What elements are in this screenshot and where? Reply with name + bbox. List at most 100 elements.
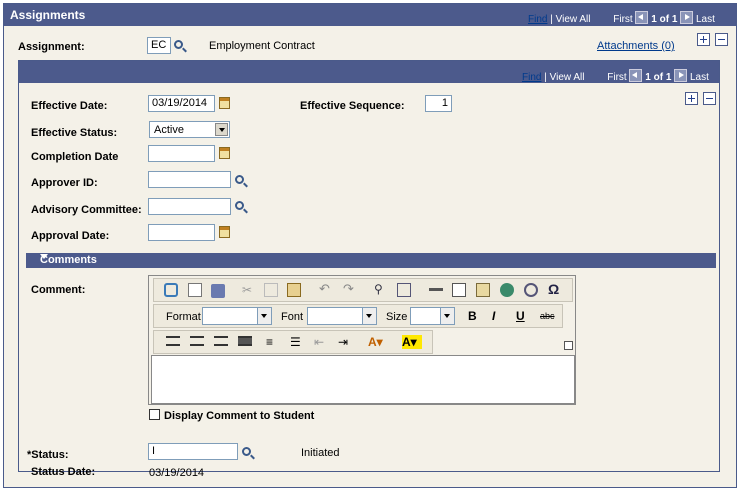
- bulleted-list-icon[interactable]: ☰: [290, 335, 304, 349]
- effective-status-label: Effective Status:: [31, 127, 118, 139]
- background-color-icon[interactable]: A▾: [402, 335, 422, 349]
- assignment-lookup-icon[interactable]: [174, 40, 183, 49]
- status-description: Initiated: [301, 447, 340, 459]
- text-color-icon[interactable]: A▾: [368, 335, 388, 349]
- underline-icon[interactable]: U: [516, 309, 530, 323]
- effective-status-dropdown[interactable]: Active: [149, 121, 230, 138]
- advisory-committee-input[interactable]: [148, 198, 231, 215]
- chevron-down-icon[interactable]: [362, 308, 376, 324]
- inner-prev-icon[interactable]: [629, 69, 643, 82]
- comments-section-header[interactable]: Comments: [26, 253, 716, 268]
- paste-icon[interactable]: [287, 283, 301, 297]
- outer-last-label: Last: [695, 14, 715, 25]
- assignments-title-bar: Assignments Find | View All First 1 of 1…: [4, 4, 736, 26]
- completion-date-calendar-icon[interactable]: [219, 147, 230, 159]
- inner-last-label: Last: [689, 72, 709, 83]
- undo-icon[interactable]: ↶: [319, 282, 333, 296]
- attachments-link[interactable]: Attachments (0): [597, 40, 675, 52]
- outer-first-label: First: [613, 14, 633, 25]
- outer-find-link[interactable]: Find: [528, 14, 547, 25]
- indent-icon[interactable]: ⇥: [338, 335, 352, 349]
- effective-date-input[interactable]: 03/19/2014: [148, 95, 215, 112]
- display-comment-label: Display Comment to Student: [164, 410, 315, 422]
- align-justify-icon[interactable]: [238, 336, 252, 346]
- add-effective-row-button[interactable]: [685, 92, 698, 105]
- print-icon[interactable]: [211, 284, 225, 298]
- approver-lookup-icon[interactable]: [235, 175, 244, 184]
- chevron-down-icon[interactable]: [215, 123, 228, 136]
- outer-view-all-link[interactable]: View All: [556, 14, 591, 25]
- chevron-down-icon[interactable]: [257, 308, 271, 324]
- approval-date-label: Approval Date:: [31, 230, 110, 242]
- table-icon[interactable]: [452, 283, 466, 297]
- approval-date-calendar-icon[interactable]: [219, 226, 230, 238]
- effective-dated-bar: Find | View All First 1 of 1 Last: [19, 61, 719, 83]
- add-assignment-row-button[interactable]: [697, 33, 710, 46]
- comment-label: Comment:: [31, 284, 86, 296]
- comments-section-title: Comments: [40, 254, 97, 266]
- anchor-icon[interactable]: [524, 283, 538, 297]
- strikethrough-icon[interactable]: abc: [540, 310, 555, 324]
- size-label: Size: [386, 311, 408, 323]
- replace-icon[interactable]: [397, 283, 411, 297]
- numbered-list-icon[interactable]: ≡: [266, 335, 280, 349]
- preview-icon[interactable]: [188, 283, 202, 297]
- special-character-icon[interactable]: Ω: [548, 281, 562, 297]
- find-icon[interactable]: ⚲: [374, 282, 388, 296]
- status-date-label: Status Date:: [31, 466, 96, 478]
- outer-row-count: 1 of 1: [651, 14, 678, 25]
- completion-date-label: Completion Date: [31, 151, 119, 163]
- status-label: *Status:: [27, 449, 69, 461]
- inner-next-icon[interactable]: [674, 69, 688, 82]
- effective-date-label: Effective Date:: [31, 100, 108, 112]
- approver-id-label: Approver ID:: [31, 177, 98, 189]
- align-right-icon[interactable]: [214, 336, 228, 346]
- inner-view-all-link[interactable]: View All: [550, 72, 585, 83]
- approval-date-input[interactable]: [148, 224, 215, 241]
- font-label: Font: [281, 311, 304, 323]
- outer-navigation: Find | View All First 1 of 1 Last: [528, 11, 715, 25]
- copy-icon[interactable]: [264, 283, 278, 297]
- source-icon[interactable]: [164, 283, 178, 297]
- size-select[interactable]: [410, 307, 455, 325]
- assignment-description: Employment Contract: [209, 40, 315, 52]
- status-date-value: 03/19/2014: [149, 467, 205, 479]
- editor-toolbar-row-3: ≡ ☰ ⇤ ⇥ A▾ A▾: [153, 330, 433, 354]
- comment-text-area[interactable]: [151, 355, 575, 404]
- delete-effective-row-button[interactable]: [703, 92, 716, 105]
- advisory-committee-label: Advisory Committee:: [31, 204, 142, 216]
- image-icon[interactable]: [476, 283, 490, 297]
- effective-sequence-label: Effective Sequence:: [300, 100, 405, 112]
- rich-text-editor: ✂ ↶ ↷ ⚲ Ω Format Font Size B I U abc ≡ ☰…: [148, 275, 576, 405]
- assignment-input[interactable]: EC: [147, 37, 171, 54]
- bold-icon[interactable]: B: [468, 309, 482, 323]
- advisory-committee-lookup-icon[interactable]: [235, 201, 244, 210]
- completion-date-input[interactable]: [148, 145, 215, 162]
- font-select[interactable]: [307, 307, 377, 325]
- outer-prev-icon[interactable]: [635, 11, 649, 24]
- align-left-icon[interactable]: [166, 336, 180, 346]
- editor-toolbar-row-2: Format Font Size B I U abc: [153, 304, 563, 328]
- italic-icon[interactable]: I: [492, 309, 506, 323]
- status-input[interactable]: I: [148, 443, 238, 460]
- align-center-icon[interactable]: [190, 336, 204, 346]
- effective-sequence-input[interactable]: 1: [425, 95, 452, 112]
- cut-icon[interactable]: ✂: [242, 283, 256, 297]
- chevron-down-icon[interactable]: [440, 308, 454, 324]
- link-icon[interactable]: [500, 283, 514, 297]
- inner-find-link[interactable]: Find: [522, 72, 541, 83]
- status-lookup-icon[interactable]: [242, 447, 251, 456]
- display-comment-checkbox[interactable]: [149, 409, 160, 420]
- format-select[interactable]: [202, 307, 272, 325]
- inner-navigation: Find | View All First 1 of 1 Last: [522, 69, 709, 83]
- outer-next-icon[interactable]: [680, 11, 694, 24]
- outdent-icon[interactable]: ⇤: [314, 335, 328, 349]
- redo-icon[interactable]: ↷: [343, 282, 357, 296]
- effective-date-calendar-icon[interactable]: [219, 97, 230, 109]
- resize-handle-icon[interactable]: [564, 341, 573, 350]
- approver-id-input[interactable]: [148, 171, 231, 188]
- assignment-label: Assignment:: [18, 41, 85, 53]
- horizontal-rule-icon[interactable]: [429, 288, 443, 291]
- inner-first-label: First: [607, 72, 627, 83]
- delete-assignment-row-button[interactable]: [715, 33, 728, 46]
